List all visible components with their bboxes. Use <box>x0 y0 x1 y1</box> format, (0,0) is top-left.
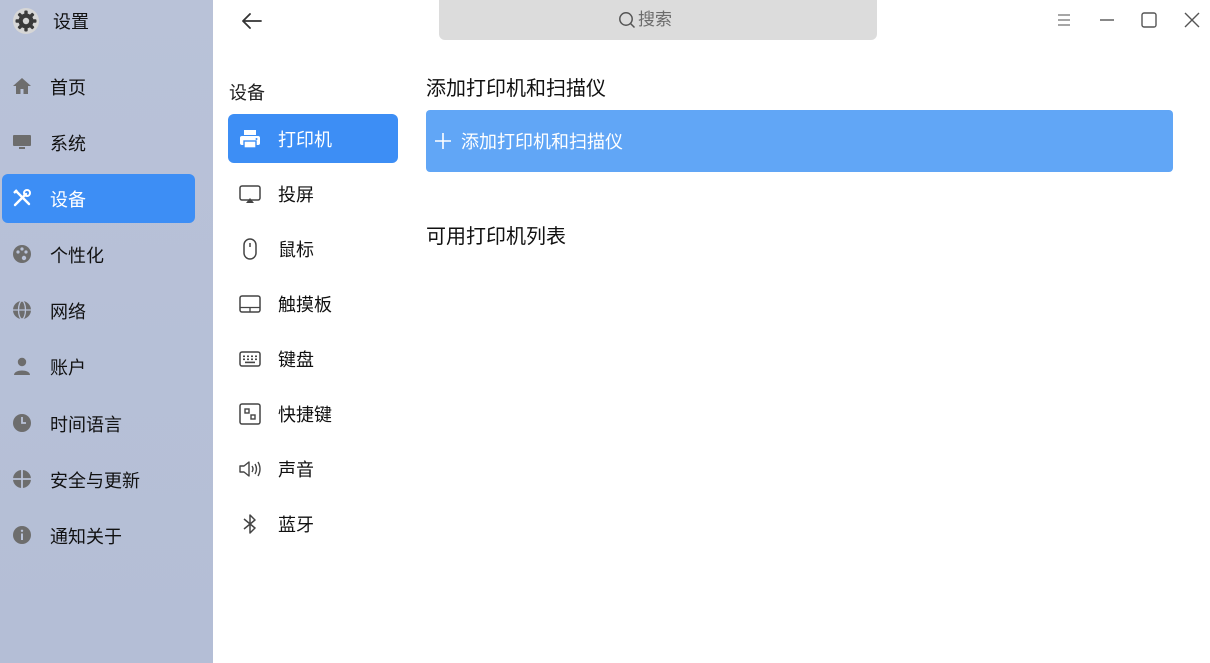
printer-list-title: 可用打印机列表 <box>426 224 566 248</box>
home-icon <box>13 78 31 94</box>
sidebar-item-label: 网络 <box>50 301 86 323</box>
search-icon <box>619 12 636 29</box>
sidebar-item-label: 设备 <box>50 189 86 211</box>
search-bar[interactable] <box>439 0 877 40</box>
sidebar-item-home[interactable]: 首页 <box>2 62 195 111</box>
subnav-item-label: 快捷键 <box>278 404 332 426</box>
back-arrow-icon[interactable] <box>238 8 266 34</box>
bluetooth-icon <box>243 514 256 534</box>
cast-screen-icon <box>239 185 261 203</box>
sidebar-item-time-language[interactable]: 时间语言 <box>2 399 195 448</box>
sidebar-item-account[interactable]: 账户 <box>2 342 195 391</box>
subnav-item-printer[interactable]: 打印机 <box>228 114 398 163</box>
subnav-item-label: 触摸板 <box>278 294 332 316</box>
subnav-item-label: 打印机 <box>278 129 332 151</box>
add-printer-button-label: 添加打印机和扫描仪 <box>461 132 623 153</box>
sidebar-item-label: 时间语言 <box>50 414 122 436</box>
globe-icon <box>13 300 31 320</box>
search-input[interactable] <box>638 10 698 30</box>
keyboard-icon <box>239 351 261 367</box>
plus-icon <box>435 133 451 149</box>
subnav-item-sound[interactable]: 声音 <box>228 444 398 493</box>
sidebar-item-label: 系统 <box>50 133 86 155</box>
subnav-item-keyboard[interactable]: 键盘 <box>228 334 398 383</box>
sidebar-item-security-update[interactable]: 安全与更新 <box>2 455 195 504</box>
subnav-title: 设备 <box>229 83 265 104</box>
subnav-item-label: 声音 <box>278 459 314 481</box>
printer-icon <box>240 130 260 149</box>
user-icon <box>14 357 30 375</box>
sidebar: 设置 首页 系统 设备 个性化 网络 账户 时间语言 安全与更新 通知关于 <box>0 0 213 663</box>
speaker-icon <box>239 461 261 477</box>
clock-icon <box>13 414 31 432</box>
info-icon <box>13 526 31 544</box>
menu-icon[interactable] <box>1054 10 1074 30</box>
sidebar-item-notify-about[interactable]: 通知关于 <box>2 511 195 560</box>
tools-icon <box>13 189 31 207</box>
app-header: 设置 <box>12 6 89 36</box>
subnav-item-touchpad[interactable]: 触摸板 <box>228 279 398 328</box>
touchpad-icon <box>239 295 261 313</box>
shortcut-icon <box>239 403 261 425</box>
sidebar-item-label: 通知关于 <box>50 526 122 548</box>
mouse-icon <box>243 238 257 260</box>
subnav-item-mouse[interactable]: 鼠标 <box>228 224 398 273</box>
app-title: 设置 <box>53 12 89 33</box>
sidebar-item-label: 安全与更新 <box>50 470 140 492</box>
add-section-title: 添加打印机和扫描仪 <box>426 76 606 100</box>
sidebar-item-network[interactable]: 网络 <box>2 286 195 335</box>
sidebar-item-personalize[interactable]: 个性化 <box>2 230 195 279</box>
add-printer-button[interactable]: 添加打印机和扫描仪 <box>426 110 1173 172</box>
settings-gear-icon <box>13 8 39 34</box>
sidebar-item-label: 个性化 <box>50 245 104 267</box>
subnav-item-label: 蓝牙 <box>278 514 314 536</box>
monitor-icon <box>13 135 31 149</box>
close-icon[interactable] <box>1182 10 1202 30</box>
shield-icon <box>13 470 31 488</box>
maximize-icon[interactable] <box>1139 10 1159 30</box>
subnav-item-label: 投屏 <box>278 184 314 206</box>
minimize-icon[interactable] <box>1097 10 1117 30</box>
subnav-item-label: 键盘 <box>278 349 314 371</box>
sidebar-item-system[interactable]: 系统 <box>2 118 195 167</box>
subnav-item-bluetooth[interactable]: 蓝牙 <box>228 499 398 548</box>
subnav-item-label: 鼠标 <box>278 239 314 261</box>
subnav-item-cast[interactable]: 投屏 <box>228 169 398 218</box>
palette-icon <box>13 245 31 263</box>
subnav-item-shortcuts[interactable]: 快捷键 <box>228 389 398 438</box>
sidebar-item-devices[interactable]: 设备 <box>2 174 195 223</box>
sidebar-item-label: 账户 <box>50 357 86 379</box>
sidebar-item-label: 首页 <box>50 77 86 99</box>
